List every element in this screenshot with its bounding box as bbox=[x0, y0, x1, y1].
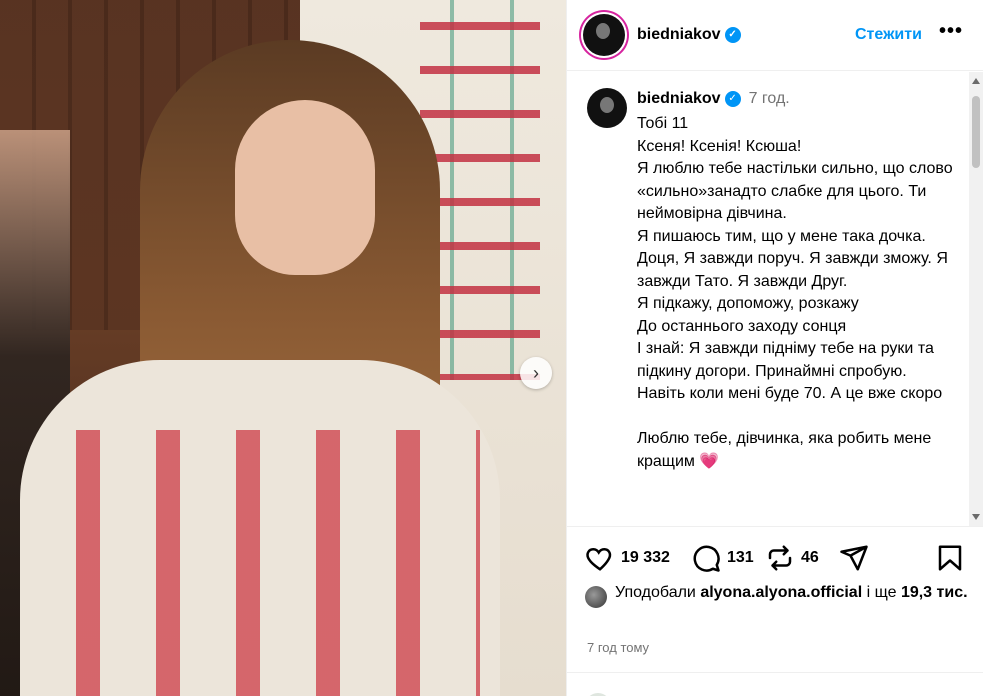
heart-icon bbox=[586, 547, 612, 571]
liker-avatar[interactable] bbox=[585, 586, 607, 608]
bookmark-icon bbox=[938, 545, 962, 571]
author-username[interactable]: biedniakov ✓ bbox=[637, 26, 741, 44]
caption-scrollbar[interactable] bbox=[969, 72, 983, 526]
repost-button[interactable]: 46 bbox=[765, 543, 819, 573]
heart-emoji: 💗 bbox=[699, 452, 720, 470]
caption-header: biedniakov ✓ 7 год. bbox=[637, 90, 790, 108]
caption-username[interactable]: biedniakov bbox=[637, 90, 721, 107]
repost-icon bbox=[768, 545, 792, 571]
chevron-right-icon: › bbox=[533, 362, 539, 383]
post-timestamp[interactable]: 7 год тому bbox=[587, 640, 649, 655]
verified-badge-icon: ✓ bbox=[724, 26, 741, 43]
action-bar: 19 332 131 46 bbox=[567, 526, 983, 586]
post-image: › bbox=[0, 0, 566, 696]
next-image-button[interactable]: › bbox=[520, 357, 552, 389]
caption-text: Тобі 11 Ксеня! Ксенія! Ксюша! Я люблю те… bbox=[637, 115, 953, 470]
post-header: biedniakov ✓ Стежити ••• bbox=[567, 0, 983, 71]
follow-button[interactable]: Стежити bbox=[855, 26, 922, 44]
share-button[interactable] bbox=[839, 543, 869, 573]
comment-bar bbox=[567, 672, 983, 696]
likes-count: 19 332 bbox=[621, 549, 670, 566]
caption-area: biedniakov ✓ 7 год. Тобі 11 Ксеня! Ксенія!… bbox=[567, 72, 983, 526]
scroll-thumb[interactable] bbox=[972, 96, 980, 168]
liked-by-text: Уподобали alyona.alyona.official і ще 19… bbox=[615, 584, 968, 601]
scroll-down-arrow-icon[interactable] bbox=[972, 514, 980, 520]
like-button[interactable]: 19 332 bbox=[585, 543, 670, 573]
caption-avatar[interactable] bbox=[587, 88, 627, 128]
post-panel: biedniakov ✓ Стежити ••• biedniakov ✓ 7 год… bbox=[566, 0, 983, 696]
comment-icon bbox=[693, 545, 720, 572]
caption-time[interactable]: 7 год. bbox=[749, 90, 790, 107]
liked-by-others[interactable]: 19,3 тис. bbox=[901, 584, 968, 601]
liked-by: Уподобали alyona.alyona.official і ще 19… bbox=[585, 582, 975, 608]
shirt-embroidery bbox=[40, 430, 480, 696]
comments-count: 131 bbox=[727, 549, 754, 566]
more-options-icon[interactable]: ••• bbox=[939, 20, 963, 43]
reposts-count: 46 bbox=[801, 549, 819, 566]
author-avatar[interactable] bbox=[583, 14, 625, 56]
save-button[interactable] bbox=[935, 543, 965, 573]
verified-badge-icon: ✓ bbox=[724, 90, 741, 107]
girl-face bbox=[235, 100, 375, 275]
scroll-up-arrow-icon[interactable] bbox=[972, 78, 980, 84]
liked-by-user[interactable]: alyona.alyona.official bbox=[700, 584, 862, 601]
send-icon bbox=[840, 545, 868, 571]
comment-button[interactable]: 131 bbox=[691, 543, 754, 573]
